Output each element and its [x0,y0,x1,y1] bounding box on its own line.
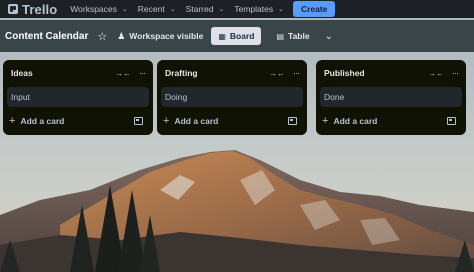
top-navigation: Trello Workspaces ⌄ Recent ⌄ Starred ⌄ T… [0,0,474,18]
people-icon: ♟ [117,30,126,41]
view-board-button[interactable]: ▦ Board [211,27,262,45]
card-title: Input [11,92,30,102]
nav-starred-label: Starred [185,4,214,14]
more-icon[interactable]: ··· [293,68,300,78]
add-card-button[interactable]: Add a card [20,116,134,126]
star-icon[interactable]: ☆ [97,30,107,43]
list-title[interactable]: Ideas [11,68,115,78]
view-board-label: Board [229,31,255,41]
trello-logo-icon [8,4,18,14]
nav-recent[interactable]: Recent ⌄ [133,0,181,18]
nav-workspaces-label: Workspaces [70,4,117,14]
visibility-label: Workspace visible [129,31,204,41]
card[interactable]: Doing [161,87,303,107]
list-published: Published →← ··· Done + Add a card [316,60,466,135]
chevron-down-icon: ⌄ [169,6,176,13]
collapse-icon[interactable]: →← [269,69,285,78]
card-title: Done [324,92,345,102]
collapse-icon[interactable]: →← [115,69,131,78]
list-ideas: Ideas →← ··· Input + Add a card [3,60,153,135]
chevron-down-icon: ⌄ [121,6,128,13]
nav-starred[interactable]: Starred ⌄ [181,0,230,18]
plus-icon: + [163,114,170,127]
card-title: Doing [165,92,188,102]
list-drafting: Drafting →← ··· Doing + Add a card [157,60,307,135]
view-table-button[interactable]: ▤ Table [269,27,316,45]
chevron-down-icon[interactable]: ⌄ [325,31,333,42]
more-icon[interactable]: ··· [452,68,459,78]
chevron-down-icon: ⌄ [218,6,225,13]
template-icon[interactable] [447,117,456,125]
add-card-button[interactable]: Add a card [333,116,447,126]
plus-icon: + [322,114,329,127]
list-header: Published →← ··· [316,66,466,80]
nav-recent-label: Recent [137,4,165,14]
add-card-button[interactable]: Add a card [174,116,288,126]
nav-templates-label: Templates [234,4,274,14]
view-table-label: Table [288,31,310,41]
nav-workspaces[interactable]: Workspaces ⌄ [65,0,132,18]
nav-templates[interactable]: Templates ⌄ [229,0,289,18]
plus-icon: + [9,114,16,127]
board-title[interactable]: Content Calendar [5,31,88,42]
template-icon[interactable] [134,117,143,125]
template-icon[interactable] [288,117,297,125]
add-card-row: + Add a card [316,114,466,128]
visibility-button[interactable]: ♟ Workspace visible [117,31,203,42]
logo-text: Trello [22,1,58,17]
list-header: Drafting →← ··· [157,66,307,80]
table-view-icon: ▤ [276,31,285,41]
card[interactable]: Input [7,87,149,107]
board-view-icon: ▦ [218,31,226,41]
list-title[interactable]: Drafting [165,68,269,78]
add-card-row: + Add a card [157,114,307,128]
card[interactable]: Done [320,87,462,107]
board-header: Content Calendar ☆ ♟ Workspace visible ▦… [0,20,474,52]
list-header: Ideas →← ··· [3,66,153,80]
chevron-down-icon: ⌄ [278,6,284,13]
add-card-row: + Add a card [3,114,153,128]
create-button[interactable]: Create [292,1,336,17]
trello-logo[interactable]: Trello [8,2,57,17]
collapse-icon[interactable]: →← [428,69,444,78]
more-icon[interactable]: ··· [139,68,146,78]
list-title[interactable]: Published [324,68,428,78]
